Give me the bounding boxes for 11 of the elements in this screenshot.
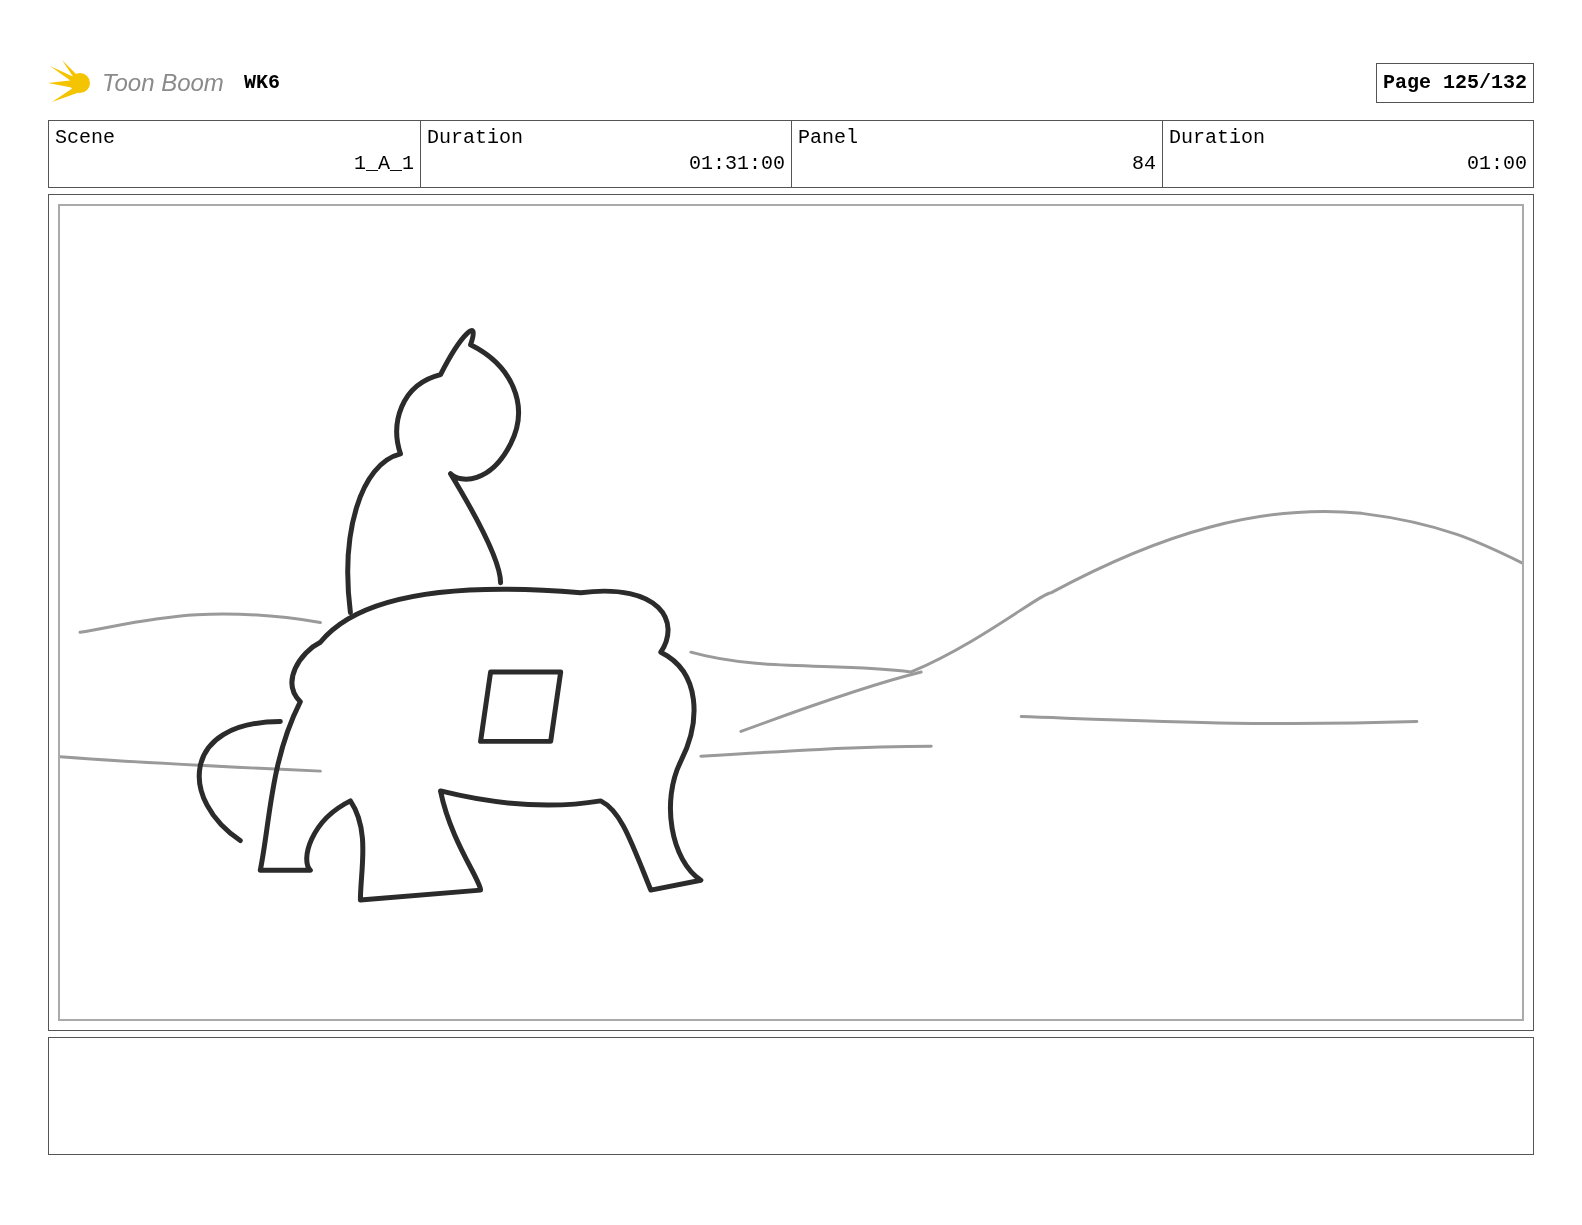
page-number: Page 125/132	[1375, 62, 1534, 103]
field-label: Panel	[798, 125, 858, 151]
field-value: 01:31:00	[689, 151, 785, 177]
field-label: Scene	[55, 125, 115, 151]
logo-text: Toon Boom	[102, 67, 224, 98]
field-label: Duration	[427, 125, 523, 151]
field-value: 84	[1132, 151, 1156, 177]
field-value: 1_A_1	[354, 151, 414, 177]
storyboard-title: WK6	[243, 69, 280, 96]
field-label: Duration	[1169, 125, 1265, 151]
field-value: 01:00	[1467, 151, 1527, 177]
